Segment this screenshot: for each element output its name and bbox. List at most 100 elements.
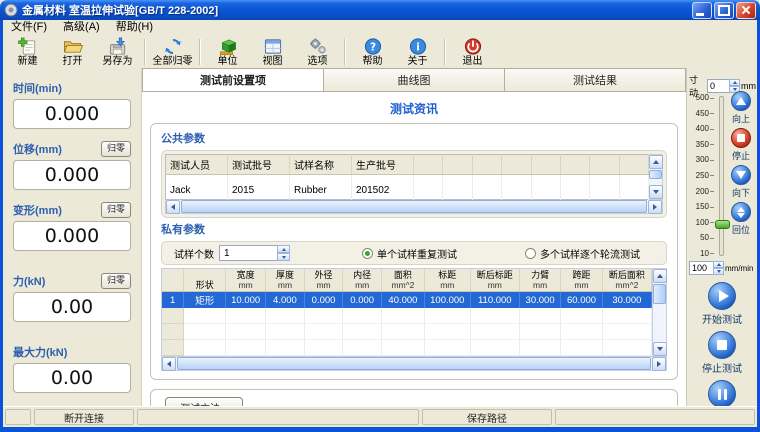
toolbar-button-label: 视图 bbox=[263, 56, 283, 67]
zero-deformation-button[interactable]: 归零 bbox=[101, 202, 131, 218]
column-header[interactable]: 跨距mm bbox=[561, 269, 602, 292]
readout-label: 最大力(kN) bbox=[13, 344, 67, 360]
column-header[interactable]: 宽度mm bbox=[226, 269, 266, 292]
speed-unit-label: mm/min bbox=[725, 264, 753, 273]
toolbar-button-label: 选项 bbox=[308, 56, 328, 67]
jog-stop-icon bbox=[731, 128, 751, 148]
common-data-row[interactable]: Jack 2015 Rubber 201502 bbox=[166, 182, 649, 200]
menu-help[interactable]: 帮助(H) bbox=[108, 20, 161, 35]
spec-row-selected[interactable]: 1 矩形 10.000 4.000 0.000 0.000 40.000 100… bbox=[162, 292, 652, 309]
view-window-icon bbox=[262, 37, 284, 56]
cell: 0.000 bbox=[343, 292, 382, 309]
scroll-left-button[interactable] bbox=[166, 200, 180, 214]
about-icon: i bbox=[407, 37, 429, 56]
units-cube-icon bbox=[217, 37, 239, 56]
toolbar-save-as-button[interactable]: 另存为 bbox=[95, 36, 140, 68]
cell: 60.000 bbox=[561, 292, 602, 309]
speed-value[interactable]: 100 bbox=[689, 261, 713, 275]
horizontal-scrollbar[interactable] bbox=[165, 200, 663, 214]
vertical-scrollbar[interactable] bbox=[652, 269, 666, 356]
scroll-right-button[interactable] bbox=[648, 200, 662, 214]
spinner-up-button[interactable] bbox=[713, 261, 724, 268]
column-header[interactable]: 测试批号 bbox=[228, 155, 290, 175]
spinner-up-button[interactable] bbox=[729, 79, 740, 86]
toolbar-zero-all-button[interactable]: 全部归零 bbox=[150, 36, 195, 68]
scrollbar-thumb[interactable] bbox=[653, 284, 666, 304]
column-header[interactable]: 厚度mm bbox=[266, 269, 305, 292]
toolbar-view-button[interactable]: 视图 bbox=[250, 36, 295, 68]
jog-distance-value[interactable]: 0 bbox=[707, 79, 729, 93]
scroll-up-button[interactable] bbox=[649, 155, 663, 169]
menu-advanced[interactable]: 高级(A) bbox=[55, 20, 108, 35]
radio-single-specimen-repeat[interactable]: 单个试样重复测试 bbox=[362, 246, 457, 261]
jog-home-icon bbox=[731, 202, 751, 222]
toolbar-about-button[interactable]: i 关于 bbox=[395, 36, 440, 68]
column-header[interactable]: 断后标距mm bbox=[470, 269, 519, 292]
pretest-settings-page: 测试资讯 公共参数 测试人员 测试批号 试样名 bbox=[142, 92, 686, 406]
menu-file[interactable]: 文件(F) bbox=[3, 20, 55, 35]
speed-spinner: 100 bbox=[689, 261, 724, 275]
test-buttons: 开始测试 停止测试 暂停测试 bbox=[687, 282, 757, 424]
column-header[interactable]: 外径mm bbox=[304, 269, 343, 292]
column-header[interactable]: 生产批号 bbox=[352, 155, 414, 175]
column-header[interactable]: 断后面积mm^2 bbox=[602, 269, 651, 292]
scrollbar-thumb[interactable] bbox=[181, 200, 647, 213]
private-params-label: 私有参数 bbox=[161, 221, 667, 237]
spinner-up-button[interactable] bbox=[277, 245, 290, 253]
column-header[interactable]: 形状 bbox=[184, 269, 226, 292]
toolbar-new-button[interactable]: 新建 bbox=[5, 36, 50, 68]
horizontal-scrollbar[interactable] bbox=[161, 357, 667, 371]
column-header[interactable]: 力臂mm bbox=[519, 269, 560, 292]
readout-max-force: 最大力(kN) 0.00 bbox=[13, 344, 131, 393]
cell: Rubber bbox=[290, 182, 352, 200]
tab-test-results[interactable]: 测试结果 bbox=[505, 68, 686, 91]
toolbar-exit-button[interactable]: 退出 bbox=[450, 36, 495, 68]
table-row bbox=[162, 340, 652, 356]
app-icon bbox=[4, 3, 18, 17]
toolbar-open-button[interactable]: 打开 bbox=[50, 36, 95, 68]
scroll-right-button[interactable] bbox=[652, 357, 666, 371]
zero-displacement-button[interactable]: 归零 bbox=[101, 141, 131, 157]
column-header[interactable]: 标距mm bbox=[424, 269, 470, 292]
stop-test-button[interactable]: 停止测试 bbox=[702, 331, 742, 375]
column-header[interactable]: 测试人员 bbox=[166, 155, 228, 175]
spinner-down-button[interactable] bbox=[713, 268, 724, 275]
tab-pretest-settings[interactable]: 测试前设置项 bbox=[142, 68, 324, 91]
toolbar-help-button[interactable]: ? 帮助 bbox=[350, 36, 395, 68]
specimen-count-value[interactable]: 1 bbox=[219, 245, 277, 261]
scroll-down-button[interactable] bbox=[649, 185, 663, 199]
column-header[interactable]: 试样名称 bbox=[290, 155, 352, 175]
cell: 1 bbox=[162, 292, 184, 309]
jog-up-button[interactable]: 向上 bbox=[731, 91, 751, 125]
toolbar-options-button[interactable]: 选项 bbox=[295, 36, 340, 68]
readout-time: 时间(min) 0.000 bbox=[13, 80, 131, 129]
jog-stop-button[interactable]: 停止 bbox=[731, 128, 751, 162]
toolbar-button-label: 全部归零 bbox=[153, 56, 193, 67]
table-row bbox=[166, 175, 649, 183]
readout-value: 0.000 bbox=[13, 221, 131, 251]
radio-multi-specimen-rotation[interactable]: 多个试样逐个轮流测试 bbox=[525, 246, 640, 261]
scroll-left-button[interactable] bbox=[162, 357, 176, 371]
jog-home-button[interactable]: 回位 bbox=[731, 202, 751, 236]
scroll-down-button[interactable] bbox=[653, 342, 667, 356]
column-header[interactable]: 面积mm^2 bbox=[381, 269, 424, 292]
scrollbar-thumb[interactable] bbox=[177, 357, 651, 370]
minimize-button[interactable] bbox=[692, 2, 712, 19]
spec-header-row: 形状 宽度mm 厚度mm 外径mm 内径mm 面积mm^2 标距mm 断后标距m… bbox=[162, 269, 652, 292]
column-header[interactable]: 内径mm bbox=[343, 269, 382, 292]
vertical-scrollbar[interactable] bbox=[649, 154, 663, 200]
radio-label: 多个试样逐个轮流测试 bbox=[540, 246, 640, 261]
slider-track[interactable] bbox=[719, 96, 724, 256]
toolbar-units-button[interactable]: 单位 bbox=[205, 36, 250, 68]
zero-force-button[interactable]: 归零 bbox=[101, 273, 131, 289]
test-method-button[interactable]: 测试方法... bbox=[165, 397, 243, 406]
scrollbar-thumb[interactable] bbox=[649, 170, 662, 179]
close-button[interactable] bbox=[736, 2, 756, 19]
start-test-button[interactable]: 开始测试 bbox=[702, 282, 742, 326]
scroll-up-button[interactable] bbox=[653, 269, 667, 283]
tab-curve-chart[interactable]: 曲线图 bbox=[324, 68, 505, 91]
toolbar-separator bbox=[344, 39, 346, 65]
jog-down-button[interactable]: 向下 bbox=[731, 165, 751, 199]
maximize-button[interactable] bbox=[714, 2, 734, 19]
spinner-down-button[interactable] bbox=[277, 253, 290, 261]
